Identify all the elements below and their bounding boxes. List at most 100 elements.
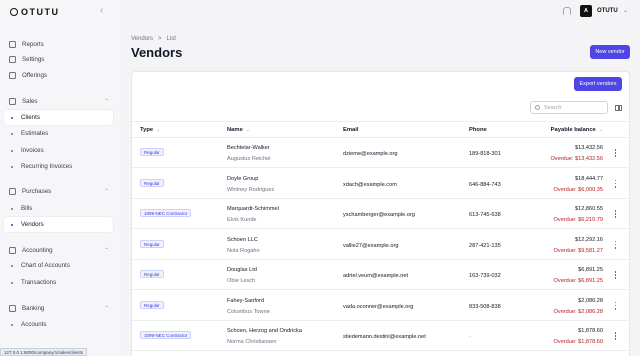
overdue-amount: Overdue: $9,581.27 [553,247,603,254]
table-row[interactable]: Regular Bechtelar-Walker Augustus Reichel d… [132,138,631,168]
breadcrumb-list: List [166,36,176,42]
vendor-name[interactable]: Schoen LLC [227,237,258,243]
sidebar-item-offerings[interactable]: Offerings [4,68,113,83]
export-vendors-button[interactable]: Export vendors [574,77,622,91]
sidebar-item-label: Settings [22,56,45,63]
sort-chevron-icon: ⌄ [245,127,250,133]
vendor-email: dzieme@example.org [343,151,398,157]
sidebar-item-label: Transactions [21,279,57,286]
table-row[interactable]: 1099-NEC Contractor Schoen, Herzog and On… [132,321,631,351]
row-actions-kebab-icon[interactable] [614,271,617,279]
sidebar-item-clients[interactable]: Clients [4,110,113,125]
page-title: Vendors [131,45,183,60]
sidebar-item-label: Offerings [22,72,47,79]
chevron-down-icon[interactable]: ⌄ [623,7,628,14]
sidebar-item-transactions[interactable]: Transactions [4,275,113,290]
sidebar-item-label: Purchases [22,188,52,195]
column-header-phone: Phone [469,127,487,133]
status-bar-url: 127.0.0.1:8000/company/1/sales/clients [0,348,88,356]
chevron-up-icon[interactable]: ⌃ [104,98,109,105]
sidebar-item-bills[interactable]: Bills [4,201,113,216]
vendor-name[interactable]: Doyle Group [227,176,258,182]
vendor-email: adriel.veum@example.net [343,273,409,279]
column-toggle-icon[interactable] [615,105,622,111]
row-actions-kebab-icon[interactable] [614,210,617,218]
sidebar-item-label: Recurring Invoices [21,163,73,170]
type-badge: Regular [140,178,164,187]
sidebar: OTUTU ‹ Reports Settings Offerings Sales ⌃ Cl… [0,0,120,356]
row-actions-kebab-icon[interactable] [614,149,617,157]
bullet-dot-icon [11,207,13,210]
type-badge: Regular [140,270,164,278]
vendor-phone: 163-739-032 [469,273,501,279]
sidebar-item-label: Banking [22,305,45,312]
collapse-sidebar-icon[interactable]: ‹ [100,5,103,16]
chevron-up-icon[interactable]: ⌃ [104,247,109,254]
row-actions-kebab-icon[interactable] [614,179,617,188]
table-row[interactable]: Regular Fahey-Sanford Columbus Towne vada.o… [132,291,631,321]
column-header-type[interactable]: Type ⌄ [140,127,160,133]
row-actions-kebab-icon[interactable] [614,240,617,249]
vendor-phone: - [469,334,471,340]
user-menu-name[interactable]: OTUTU [597,8,618,14]
box-icon [9,72,16,79]
chevron-up-icon[interactable]: ⌃ [104,305,109,312]
payable-balance: $18,444.77 [575,175,603,182]
sidebar-item-reports[interactable]: Reports [4,37,113,52]
breadcrumb: Vendors > List [131,36,176,42]
breadcrumb-separator: > [158,36,162,42]
breadcrumb-vendors[interactable]: Vendors [131,36,153,42]
bullet-dot-icon [11,165,13,168]
vendor-phone: 646-884-743 [469,181,501,188]
vendor-name[interactable]: Schoen, Herzog and Ondricka [227,328,302,334]
column-header-name[interactable]: Name ⌄ [227,127,250,133]
vendor-contact: Augustus Reichel [227,156,271,162]
vendor-name[interactable]: Douglas Ltd [227,267,257,273]
vendors-table-card: Export vendors Type⌄ Name⌄ Email Phone P… [131,71,631,356]
new-vendor-button[interactable]: New vendor [590,45,630,59]
notifications-bell-icon[interactable] [562,7,571,16]
column-header-payable-balance[interactable]: Payable balance ⌄ [551,127,603,133]
vendor-phone: 189-818-301 [469,151,501,157]
vendor-contact: Obie Lesch [227,278,256,284]
vendor-email: yschamberger@example.org [343,212,415,218]
sidebar-item-label: Invoices [21,147,44,154]
table-row[interactable]: Regular Douglas Ltd Obie Lesch adriel.veum@… [132,260,631,290]
payable-balance: $12,292.16 [575,236,603,243]
payable-balance: $13,432.56 [575,145,603,151]
table-row[interactable]: Regular Schoen LLC Nola Rogahn vallie27@exa… [132,230,631,260]
sidebar-item-label: Sales [22,98,38,105]
avatar[interactable]: A [580,5,592,17]
vendor-name[interactable]: Marquardt-Schimmel [227,206,279,212]
payable-balance: $12,860.55 [575,206,603,212]
sidebar-item-chart-of-accounts[interactable]: Chart of Accounts [4,258,113,273]
sidebar-item-settings[interactable]: Settings [4,52,113,67]
sidebar-item-vendors[interactable]: Vendors [4,217,113,232]
sidebar-item-accounting[interactable]: Accounting ⌃ [4,243,113,258]
sidebar-item-accounts[interactable]: Accounts [4,317,113,332]
search-input[interactable] [544,104,604,111]
row-actions-kebab-icon[interactable] [614,301,617,310]
sidebar-item-purchases[interactable]: Purchases ⌃ [4,184,113,199]
sidebar-item-label: Clients [21,114,40,121]
vendor-name[interactable]: Bechtelar-Walker [227,145,270,151]
logo-text: OTUTU [21,7,60,17]
bullet-dot-icon [11,323,13,326]
sidebar-item-banking[interactable]: Banking ⌃ [4,301,113,316]
sidebar-item-recurring-invoices[interactable]: Recurring Invoices [4,159,113,174]
table-row[interactable]: 1099-NEC Contractor Marquardt-Schimmel Elv… [132,199,631,229]
sidebar-item-label: Vendors [21,221,44,228]
app-logo[interactable]: OTUTU [10,7,60,17]
table-row[interactable]: Regular Doyle Group Whitney Rodriguez xdach… [132,169,631,199]
overdue-amount: Overdue: $6,891.25 [553,278,603,284]
vendor-name[interactable]: Fahey-Sanford [227,298,264,304]
sidebar-item-estimates[interactable]: Estimates [4,126,113,141]
sort-chevron-icon: ⌄ [156,127,161,133]
vendor-email: vallie27@example.org [343,242,399,249]
sidebar-item-sales[interactable]: Sales ⌃ [4,94,113,109]
vendor-contact: Nola Rogahn [227,247,260,254]
sidebar-item-invoices[interactable]: Invoices [4,143,113,158]
chevron-up-icon[interactable]: ⌃ [104,188,109,195]
sidebar-item-label: Chart of Accounts [21,262,70,269]
row-actions-kebab-icon[interactable] [614,332,617,340]
